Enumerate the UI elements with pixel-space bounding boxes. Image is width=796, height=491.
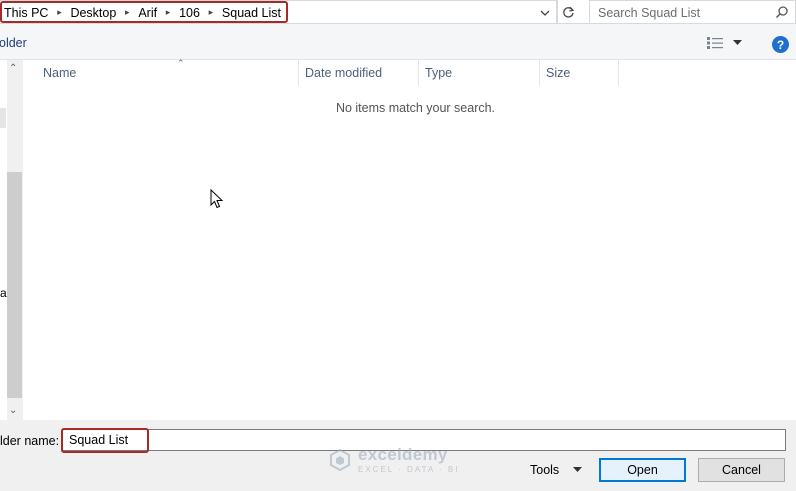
chevron-up-icon[interactable]: ⌃ — [9, 63, 17, 74]
view-options-button[interactable] — [707, 36, 747, 50]
watermark-text: exceldemy EXCEL · DATA · BI — [358, 445, 459, 474]
address-highlight-box — [0, 1, 288, 23]
search-icon[interactable] — [775, 5, 789, 19]
cancel-button[interactable]: Cancel — [698, 458, 785, 482]
nav-selected-marker — [0, 108, 6, 128]
chevron-down-icon[interactable]: ⌄ — [9, 405, 17, 416]
navigation-pane[interactable]: ⌃ ⌄ a — [0, 60, 22, 420]
column-header-label: Name — [43, 66, 77, 80]
exceldemy-logo-icon — [330, 448, 350, 471]
column-header-label: Date modified — [305, 66, 383, 80]
tools-button[interactable]: Tools — [530, 463, 583, 477]
tools-label: Tools — [530, 463, 560, 477]
mouse-cursor-icon — [210, 189, 224, 209]
column-header-date-modified[interactable]: Date modified — [299, 60, 419, 86]
chevron-down-icon — [733, 40, 742, 45]
watermark-tagline: EXCEL · DATA · BI — [358, 465, 460, 474]
new-folder-button[interactable]: older — [0, 36, 27, 50]
address-bar[interactable]: This PC ▸ Desktop ▸ Arif ▸ 106 ▸ Squad L… — [0, 0, 557, 24]
nav-scrollbar-thumb[interactable] — [7, 172, 22, 398]
column-header-type[interactable]: Type — [419, 60, 540, 86]
open-button[interactable]: Open — [599, 458, 686, 482]
column-header-label: Type — [425, 66, 453, 80]
watermark: exceldemy EXCEL · DATA · BI — [328, 445, 459, 474]
column-header-label: Size — [546, 66, 571, 80]
search-input[interactable] — [598, 5, 768, 21]
chevron-down-icon[interactable] — [536, 4, 554, 22]
help-icon[interactable]: ? — [772, 36, 789, 53]
toolbar: older — [0, 24, 796, 60]
column-header-name[interactable]: Name ⌃ — [37, 58, 299, 86]
file-list[interactable]: Name ⌃ Date modified Type Size No items … — [23, 58, 796, 420]
chevron-down-icon — [573, 467, 583, 472]
folder-name-highlight-box — [61, 428, 149, 453]
watermark-brand: exceldemy — [358, 445, 448, 464]
nav-item-partial[interactable]: a — [0, 286, 7, 300]
empty-message: No items match your search. — [335, 101, 496, 115]
view-details-icon — [707, 37, 723, 49]
sort-up-icon: ⌃ — [177, 58, 185, 68]
folder-name-label: lder name: — [0, 434, 60, 448]
search-box[interactable] — [589, 0, 796, 24]
refresh-icon[interactable] — [557, 0, 579, 24]
column-header-size[interactable]: Size — [540, 60, 619, 86]
column-headers: Name ⌃ Date modified Type Size — [23, 58, 796, 86]
address-row: This PC ▸ Desktop ▸ Arif ▸ 106 ▸ Squad L… — [0, 0, 796, 24]
